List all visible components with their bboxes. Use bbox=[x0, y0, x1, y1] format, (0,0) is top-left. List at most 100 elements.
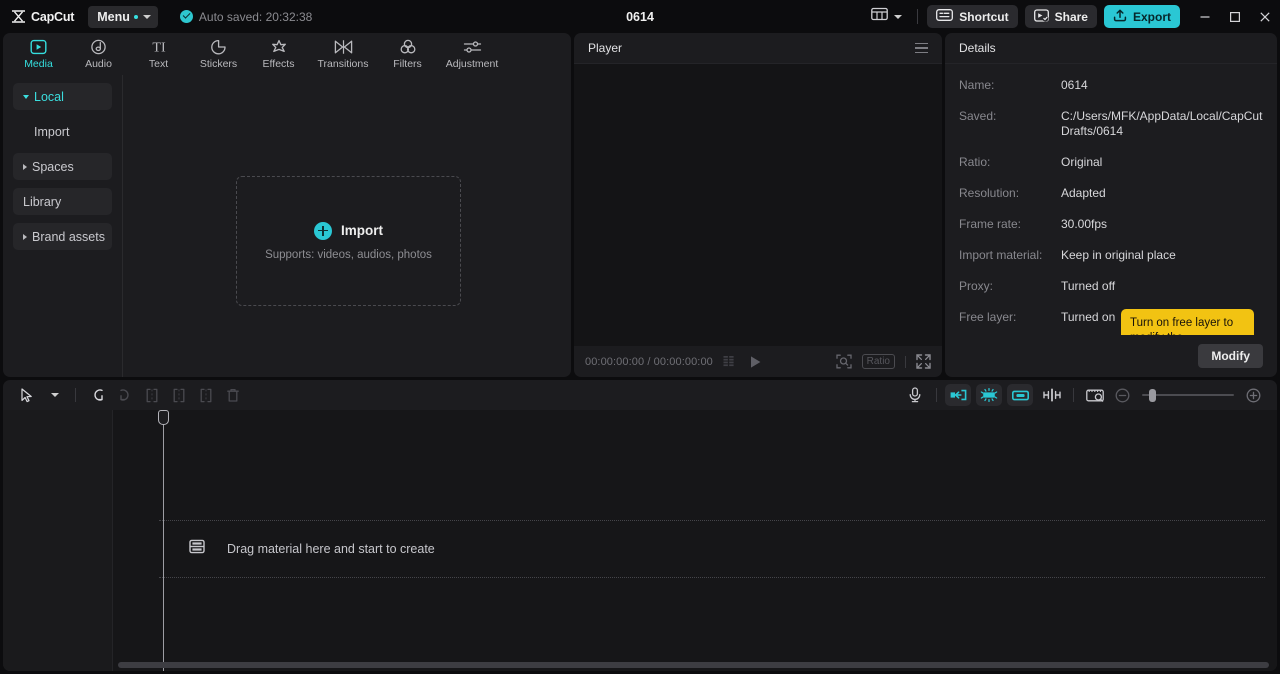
sidebar-item-brand-assets[interactable]: Brand assets bbox=[13, 223, 112, 250]
detail-value: Turned on bbox=[1061, 310, 1116, 324]
tab-adjustment[interactable]: Adjustment bbox=[438, 34, 506, 74]
sidebar-item-library[interactable]: Library bbox=[13, 188, 112, 215]
shortcut-label: Shortcut bbox=[959, 9, 1009, 24]
divider bbox=[936, 388, 937, 402]
tab-effects-label: Effects bbox=[262, 58, 295, 70]
chevron-right-icon bbox=[23, 163, 27, 170]
import-dropzone[interactable]: Import Supports: videos, audios, photos bbox=[236, 176, 461, 306]
shortcut-button[interactable]: Shortcut bbox=[927, 5, 1018, 28]
capcut-logo-icon bbox=[11, 10, 26, 23]
export-upload-icon bbox=[1113, 9, 1127, 25]
trim-left-button[interactable] bbox=[165, 383, 192, 407]
maximize-icon bbox=[1229, 11, 1241, 23]
project-title: 0614 bbox=[626, 9, 654, 24]
slider-handle[interactable] bbox=[1149, 388, 1156, 402]
title-bar: CapCut Menu Auto saved: 20:32:38 0614 Sh… bbox=[0, 0, 1280, 33]
detail-value: C:/Users/MFK/AppData/Local/CapCut Drafts… bbox=[1061, 109, 1263, 138]
tab-transitions[interactable]: Transitions bbox=[309, 34, 377, 74]
media-icon bbox=[30, 38, 47, 55]
chevron-down-icon bbox=[23, 94, 29, 99]
undo-button[interactable] bbox=[84, 383, 111, 407]
select-tool-button[interactable] bbox=[13, 383, 40, 407]
detail-label: Import material: bbox=[959, 248, 1043, 262]
tab-text-label: Text bbox=[148, 58, 169, 70]
tab-stickers[interactable]: Stickers bbox=[189, 34, 248, 74]
menu-button-label: Menu bbox=[97, 9, 130, 24]
playhead[interactable] bbox=[158, 410, 169, 671]
redo-button[interactable] bbox=[111, 383, 138, 407]
export-button[interactable]: Export bbox=[1103, 5, 1180, 28]
edit-thumbnail-button[interactable] bbox=[1082, 383, 1109, 407]
timeline-zoom-slider[interactable] bbox=[1142, 388, 1234, 402]
play-button[interactable] bbox=[749, 355, 762, 369]
keyboard-icon bbox=[936, 9, 954, 24]
tab-transitions-label: Transitions bbox=[317, 58, 369, 70]
import-row: Import bbox=[314, 221, 383, 240]
link-carrier-button[interactable] bbox=[1007, 384, 1033, 406]
sidebar-item-local[interactable]: Local bbox=[13, 83, 112, 110]
audio-icon bbox=[90, 38, 107, 55]
chevron-down-icon bbox=[50, 393, 59, 397]
detail-value: Adapted bbox=[1061, 186, 1106, 200]
share-button[interactable]: Share bbox=[1024, 5, 1097, 28]
track-lanes[interactable]: Drag material here and start to create bbox=[113, 410, 1277, 671]
close-button[interactable] bbox=[1250, 0, 1280, 33]
zoom-out-button[interactable] bbox=[1109, 383, 1136, 407]
zoom-fit-icon[interactable] bbox=[835, 354, 852, 369]
minimize-icon bbox=[1199, 11, 1211, 23]
text-icon: TI bbox=[148, 38, 170, 55]
app-logo: CapCut bbox=[11, 10, 74, 24]
sidebar-item-spaces[interactable]: Spaces bbox=[13, 153, 112, 180]
tab-effects[interactable]: Effects bbox=[249, 34, 308, 74]
player-menu-icon[interactable] bbox=[915, 42, 928, 54]
details-header: Details bbox=[945, 33, 1277, 64]
tab-audio[interactable]: Audio bbox=[69, 34, 128, 74]
timeline-toolbar bbox=[3, 380, 1277, 410]
close-icon bbox=[1259, 11, 1271, 23]
delete-button[interactable] bbox=[219, 383, 246, 407]
zoom-in-button[interactable] bbox=[1240, 383, 1267, 407]
tab-media[interactable]: Media bbox=[9, 34, 68, 74]
capcut-window: CapCut Menu Auto saved: 20:32:38 0614 Sh… bbox=[0, 0, 1280, 674]
player-panel: Player 00:00:00:00 / 00:00:00:00 Ratio bbox=[574, 33, 942, 377]
player-controls: 00:00:00:00 / 00:00:00:00 Ratio bbox=[574, 346, 942, 377]
timeline-area[interactable]: Drag material here and start to create bbox=[3, 410, 1277, 671]
menu-button[interactable]: Menu bbox=[88, 5, 158, 28]
detail-value: 0614 bbox=[1061, 78, 1088, 92]
select-tool-dropdown[interactable] bbox=[40, 383, 67, 407]
timeline-placeholder-label: Drag material here and start to create bbox=[227, 542, 435, 556]
timeline-horizontal-scrollbar[interactable] bbox=[118, 662, 1269, 668]
tab-bar: Media Audio TI Text Stickers Effects Tra… bbox=[3, 33, 571, 75]
import-supports-label: Supports: videos, audios, photos bbox=[265, 248, 432, 261]
minimize-button[interactable] bbox=[1190, 0, 1220, 33]
layout-switch-button[interactable] bbox=[865, 7, 908, 26]
maximize-button[interactable] bbox=[1220, 0, 1250, 33]
transitions-icon bbox=[334, 38, 353, 55]
tab-filters-label: Filters bbox=[393, 58, 422, 70]
adsorption-button[interactable] bbox=[1038, 383, 1065, 407]
tab-text[interactable]: TI Text bbox=[129, 34, 188, 74]
chevron-down-icon bbox=[894, 14, 903, 19]
ratio-button[interactable]: Ratio bbox=[861, 354, 895, 369]
trim-right-button[interactable] bbox=[192, 383, 219, 407]
detail-value: Keep in original place bbox=[1061, 248, 1176, 262]
magnetic-snap-button[interactable] bbox=[976, 384, 1002, 406]
auto-attach-button[interactable] bbox=[945, 384, 971, 406]
frame-list-icon[interactable] bbox=[723, 355, 739, 368]
detail-row-name: Name: 0614 bbox=[959, 78, 1263, 93]
check-circle-icon bbox=[179, 10, 193, 23]
share-label: Share bbox=[1054, 9, 1088, 24]
tab-stickers-label: Stickers bbox=[199, 58, 238, 70]
player-canvas[interactable] bbox=[574, 64, 942, 346]
track-material-icon bbox=[189, 539, 205, 559]
fullscreen-icon[interactable] bbox=[916, 354, 931, 369]
playhead-handle[interactable] bbox=[158, 410, 169, 425]
tab-filters[interactable]: Filters bbox=[378, 34, 437, 74]
sidebar-item-import[interactable]: Import bbox=[13, 118, 112, 145]
share-check-icon bbox=[1033, 8, 1049, 25]
modify-button[interactable]: Modify bbox=[1198, 344, 1263, 368]
timeline-dropzone[interactable]: Drag material here and start to create bbox=[159, 520, 1265, 578]
split-button[interactable] bbox=[138, 383, 165, 407]
details-footer: Modify bbox=[945, 335, 1277, 377]
record-voiceover-button[interactable] bbox=[901, 383, 928, 407]
